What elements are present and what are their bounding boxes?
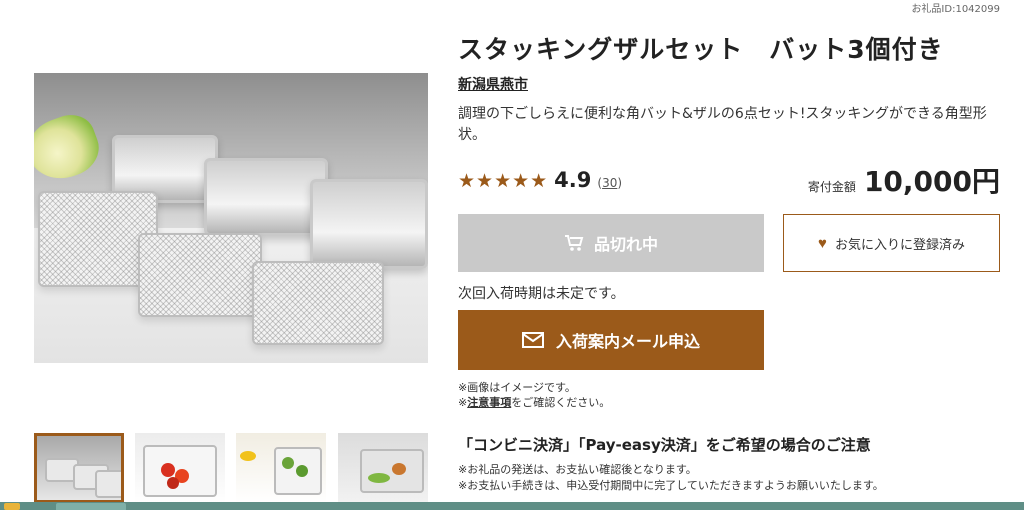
soldout-label: 品切れ中 [593, 237, 658, 254]
favorite-button[interactable]: ♥ お気に入りに登録済み [783, 214, 1000, 272]
cabbage-decoration [34, 107, 107, 189]
rating: ★★★★★ 4.9 (30) [458, 168, 622, 192]
rating-stars-icon: ★★★★★ [458, 170, 549, 192]
product-description: 調理の下ごしらえに便利な角バット&ザルの6点セット!スタッキングができる角型形状… [458, 106, 987, 143]
precautions-link[interactable]: 注意事項 [467, 396, 511, 409]
favorite-label: お気に入りに登録済み [834, 236, 965, 252]
mail-icon [521, 332, 544, 348]
restock-status: 次回入荷時期は未定です。 [458, 286, 625, 302]
thumbnail-1[interactable] [34, 433, 124, 503]
taskbar-item[interactable] [56, 503, 126, 510]
gift-id: お礼品ID:1042099 [911, 4, 1000, 15]
taskbar [0, 502, 1024, 510]
price-value: 10,000円 [863, 165, 1000, 198]
colander-image [138, 233, 262, 317]
rating-score: 4.9 [554, 168, 592, 192]
heart-icon: ♥ [818, 234, 827, 252]
main-product-image[interactable] [34, 73, 428, 363]
taskbar-icon[interactable] [4, 503, 20, 510]
review-count[interactable]: 30 [602, 176, 617, 190]
soldout-button[interactable]: 品切れ中 [458, 214, 764, 272]
payment-notes: ※お礼品の発送は、お支払い確認後となります。 ※お支払い手続きは、申込受付期間中… [458, 463, 884, 492]
cart-icon [564, 235, 584, 251]
donation-amount: 寄付金額 10,000円 [808, 160, 1000, 200]
thumbnail-3[interactable] [236, 433, 326, 503]
city-link[interactable]: 新潟県燕市 [458, 74, 528, 94]
payment-notice-title: 「コンビニ決済」「Pay-easy決済」をご希望の場合のご注意 [458, 436, 871, 454]
colander-image [252, 261, 384, 345]
notes: ※画像はイメージです。 ※注意事項をご確認ください。 [458, 381, 611, 409]
mail-signup-label: 入荷案内メール申込 [555, 334, 700, 351]
thumbnail-2[interactable] [135, 433, 225, 503]
thumbnail-4[interactable] [338, 433, 428, 503]
review-count-link[interactable]: (30) [597, 176, 622, 190]
price-label: 寄付金額 [807, 180, 856, 194]
image-note: ※画像はイメージです。 [458, 381, 576, 394]
product-title: スタッキングザルセット バット3個付き [458, 35, 944, 64]
tray-image [310, 179, 428, 269]
mail-signup-button[interactable]: 入荷案内メール申込 [458, 310, 764, 370]
